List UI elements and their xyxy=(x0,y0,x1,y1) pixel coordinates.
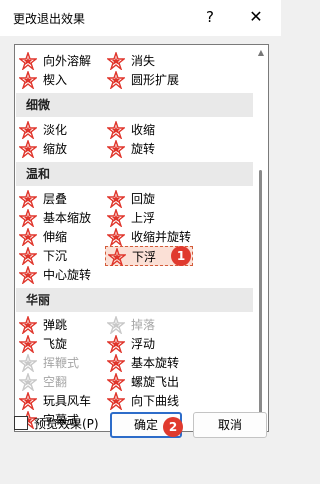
effect-label: 淡化 xyxy=(43,123,68,137)
group-header: 细微 xyxy=(16,93,253,117)
effect-label: 缩放 xyxy=(43,142,68,156)
star-effect-icon xyxy=(106,207,126,229)
star-effect-icon xyxy=(18,245,38,267)
step-badge-1: 1 xyxy=(171,246,191,266)
group-header: 温和 xyxy=(16,162,253,186)
effect-label: 收缩 xyxy=(131,123,156,137)
effect-label: 旋转 xyxy=(131,142,156,156)
effect-label: 中心旋转 xyxy=(43,268,92,282)
star-effect-icon xyxy=(18,371,38,393)
star-effect-icon xyxy=(18,188,38,210)
star-effect-icon xyxy=(106,119,126,141)
effect-label: 向下曲线 xyxy=(131,394,180,408)
star-effect-icon xyxy=(106,50,126,72)
dialog-title: 更改退出效果 xyxy=(13,12,86,26)
star-effect-icon xyxy=(106,371,126,393)
star-effect-icon xyxy=(106,69,126,91)
preview-label: 预览效果(P) xyxy=(34,417,99,431)
effect-label: 向外溶解 xyxy=(43,54,92,68)
cancel-button[interactable]: 取消 xyxy=(193,412,267,438)
star-effect-icon xyxy=(106,314,126,336)
star-effect-icon xyxy=(106,352,126,374)
effect-label: 玩具风车 xyxy=(43,394,92,408)
effect-label: 空翻 xyxy=(43,375,68,389)
star-effect-icon xyxy=(18,50,38,72)
effect-label: 浮动 xyxy=(131,337,156,351)
effect-label: 下沉 xyxy=(43,249,68,263)
star-effect-icon xyxy=(18,314,38,336)
scroll-thumb[interactable] xyxy=(259,170,262,416)
star-effect-icon xyxy=(18,390,38,412)
star-effect-icon xyxy=(18,69,38,91)
star-effect-icon xyxy=(18,264,38,286)
star-effect-icon xyxy=(18,226,38,248)
effect-label: 上浮 xyxy=(131,211,156,225)
close-button[interactable]: ✕ xyxy=(245,6,267,28)
effect-label: 下浮 xyxy=(132,250,157,264)
effect-label: 基本旋转 xyxy=(131,356,180,370)
star-effect-icon xyxy=(18,207,38,229)
star-effect-icon xyxy=(106,226,126,248)
vertical-scrollbar[interactable]: ▲ ▼ xyxy=(254,46,268,430)
effect-label: 伸缩 xyxy=(43,230,68,244)
star-effect-icon xyxy=(106,333,126,355)
effect-label: 基本缩放 xyxy=(43,211,92,225)
star-effect-icon xyxy=(18,119,38,141)
effect-label: 螺旋飞出 xyxy=(131,375,180,389)
effect-label: 挥鞭式 xyxy=(43,356,80,370)
effect-label: 圆形扩展 xyxy=(131,73,180,87)
star-effect-icon xyxy=(18,333,38,355)
star-effect-icon xyxy=(107,246,127,268)
effect-label: 飞旋 xyxy=(43,337,68,351)
preview-checkbox[interactable] xyxy=(14,416,28,430)
title-bar: 更改退出效果 ? ✕ xyxy=(0,0,281,36)
step-badge-2: 2 xyxy=(163,417,183,437)
effect-label: 楔入 xyxy=(43,73,68,87)
effect-label: 回旋 xyxy=(131,192,156,206)
help-button[interactable]: ? xyxy=(200,7,220,27)
scroll-up-icon[interactable]: ▲ xyxy=(256,48,266,58)
effect-label: 消失 xyxy=(131,54,156,68)
effect-label: 弹跳 xyxy=(43,318,68,332)
star-effect-icon xyxy=(106,138,126,160)
effect-label: 掉落 xyxy=(131,318,156,332)
star-effect-icon xyxy=(18,352,38,374)
star-effect-icon xyxy=(106,188,126,210)
effect-label: 收缩并旋转 xyxy=(131,230,192,244)
star-effect-icon xyxy=(18,138,38,160)
effects-list[interactable]: ▲ ▼ 向外溶解 消失楔入 圆形扩展细微淡化 收缩缩放 旋转温和层叠 回旋基本缩放 上浮伸缩… xyxy=(14,44,269,432)
group-header: 华丽 xyxy=(16,288,253,312)
star-effect-icon xyxy=(106,390,126,412)
effect-label: 层叠 xyxy=(43,192,68,206)
